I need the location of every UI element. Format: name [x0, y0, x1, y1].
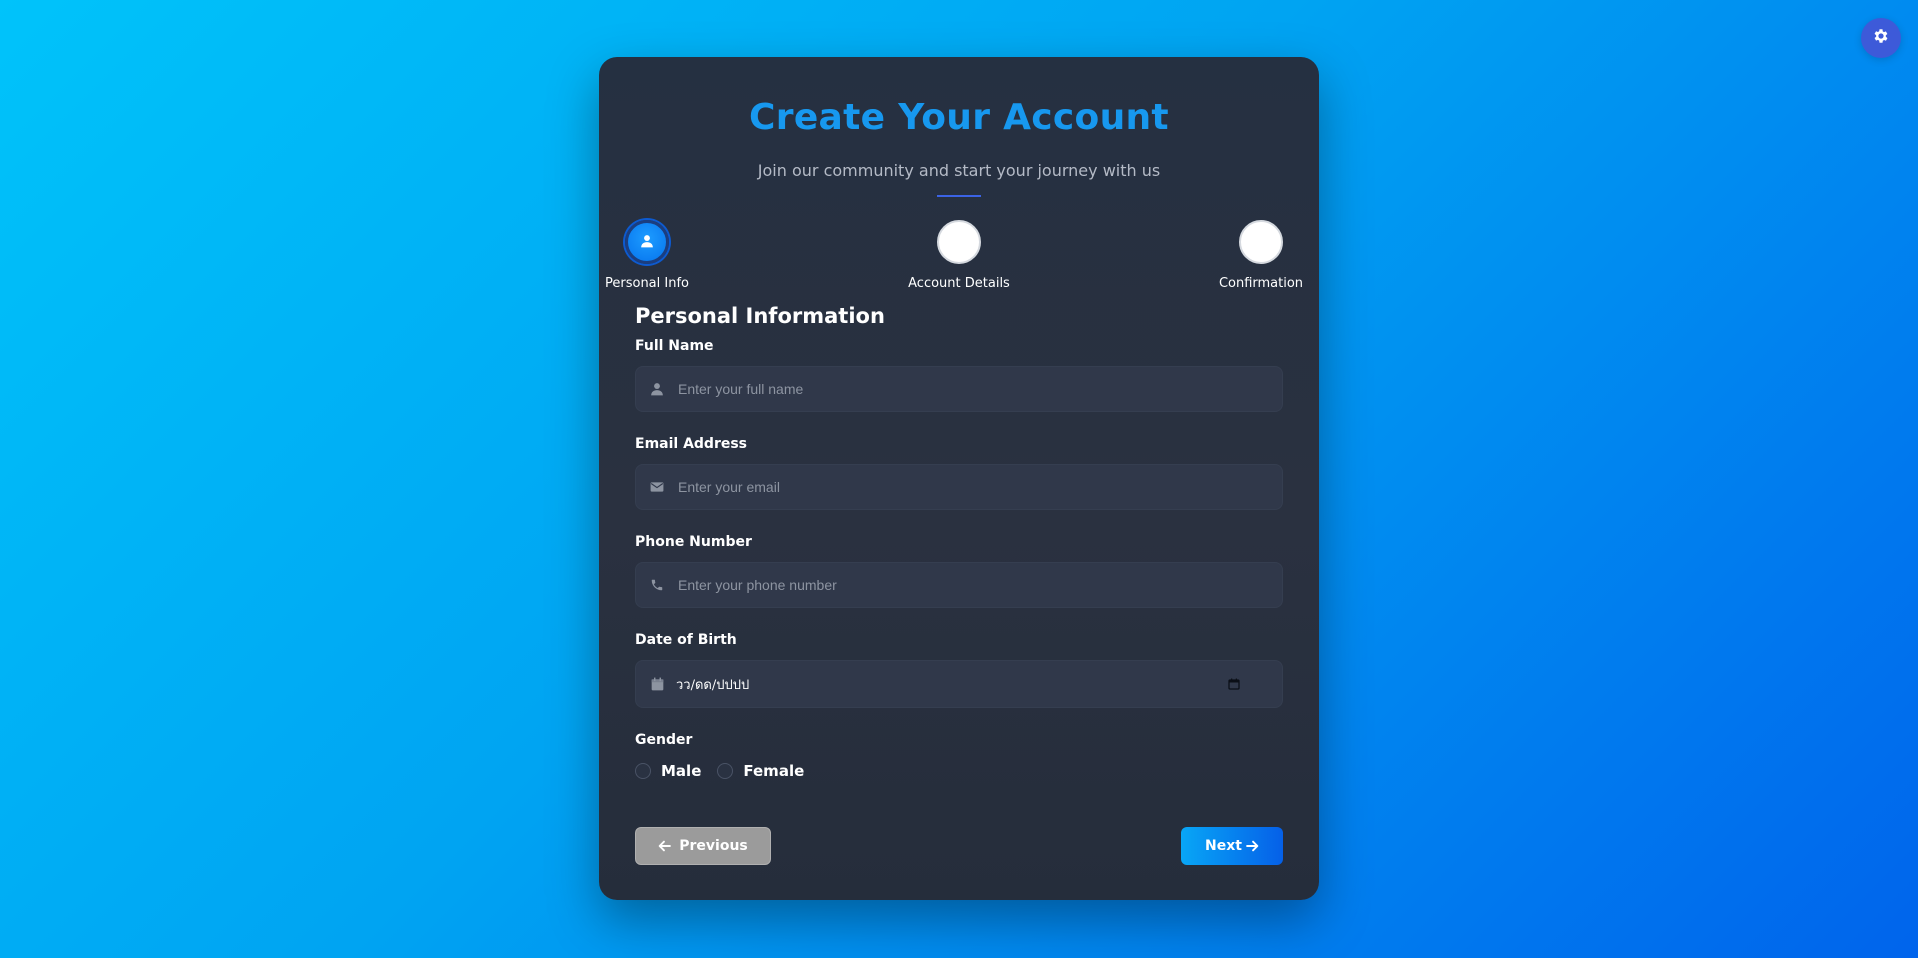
title-divider: [937, 195, 981, 197]
phone-icon: [648, 576, 666, 594]
email-label: Email Address: [635, 436, 748, 452]
arrow-left-icon: [658, 840, 672, 852]
step-label: Confirmation: [1218, 276, 1304, 291]
dob-label: Date of Birth: [635, 632, 737, 648]
dob-field[interactable]: วว/ดด/ปปปป: [635, 660, 1283, 708]
radio-button[interactable]: [717, 763, 734, 779]
step-confirmation[interactable]: Confirmation: [1201, 220, 1321, 291]
step-label: Account Details: [908, 276, 1010, 291]
calendar-icon: [648, 675, 666, 693]
step-indicator: [625, 220, 669, 264]
section-title: Personal Information: [635, 304, 885, 328]
date-picker-icon[interactable]: [1226, 676, 1242, 692]
step-indicator: [937, 220, 981, 264]
next-button-label: Next: [1205, 838, 1242, 854]
step-label: Personal Info: [605, 276, 689, 291]
envelope-icon: [648, 478, 666, 496]
gender-option-female[interactable]: Female: [717, 762, 804, 780]
step-account-details[interactable]: Account Details: [899, 220, 1019, 291]
gear-icon: [1872, 27, 1890, 49]
full-name-label: Full Name: [635, 338, 714, 354]
arrow-right-icon: [1246, 840, 1259, 852]
step-personal-info[interactable]: Personal Info: [587, 220, 707, 291]
gender-label: Gender: [635, 732, 693, 748]
email-field-wrapper: [635, 464, 1283, 510]
phone-label: Phone Number: [635, 534, 752, 550]
full-name-field-wrapper: [635, 366, 1283, 412]
page-subtitle: Join our community and start your journe…: [757, 161, 1161, 180]
full-name-input[interactable]: [676, 366, 1282, 412]
next-button[interactable]: Next: [1181, 827, 1283, 865]
step-indicator: [1239, 220, 1283, 264]
gender-radio-group: Male Female: [635, 762, 820, 780]
dob-value: วว/ดด/ปปปป: [676, 677, 750, 693]
email-input[interactable]: [676, 464, 1282, 510]
phone-field-wrapper: [635, 562, 1283, 608]
gender-option-male[interactable]: Male: [635, 762, 701, 780]
page-title: Create Your Account: [749, 97, 1169, 138]
registration-card: Create Your Account Join our community a…: [599, 57, 1319, 900]
previous-button[interactable]: Previous: [635, 827, 771, 865]
user-icon: [648, 380, 666, 398]
user-icon: [640, 233, 654, 252]
radio-button[interactable]: [635, 763, 651, 779]
theme-toggle-button[interactable]: [1861, 18, 1901, 58]
previous-button-label: Previous: [679, 838, 748, 854]
phone-input[interactable]: [676, 562, 1282, 608]
radio-label: Female: [743, 762, 805, 780]
radio-label: Male: [661, 762, 702, 780]
